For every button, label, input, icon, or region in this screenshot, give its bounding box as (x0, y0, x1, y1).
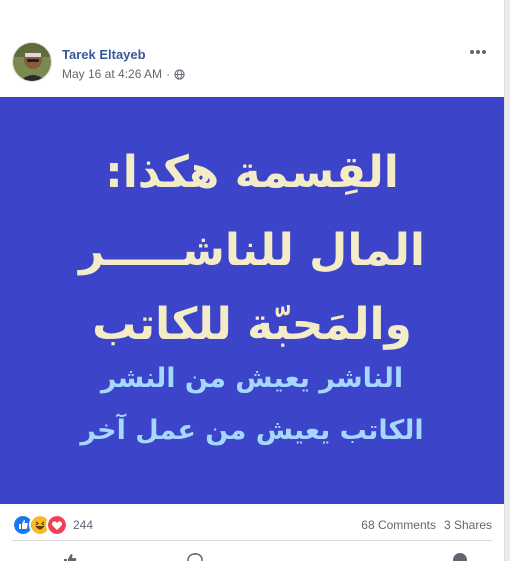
image-text-line-5: الكاتب يعيش من عمل آخر (80, 415, 424, 446)
comment-button-icon[interactable] (187, 552, 203, 561)
post-image[interactable]: القِسمة هكذا: المال للناشـــــر والمَحبّ… (0, 97, 504, 504)
reaction-count: 244 (73, 518, 94, 532)
reactions-summary[interactable]: 244 (12, 514, 93, 536)
engagement-stats: 68 Comments 3 Shares (361, 518, 492, 532)
author-name[interactable]: Tarek Eltayeb (62, 47, 146, 62)
image-text-line-3: والمَحبّة للكاتب (92, 299, 412, 350)
share-button-icon[interactable] (452, 552, 468, 561)
comments-count-link[interactable]: 68 Comments (361, 518, 436, 532)
post-footer: 244 68 Comments 3 Shares (12, 510, 492, 541)
ellipsis-icon[interactable] (466, 42, 490, 62)
post-timestamp[interactable]: May 16 at 4:26 AM (62, 67, 162, 81)
action-bar (12, 548, 492, 561)
image-text-line-1: القِسمة هكذا: (105, 147, 399, 198)
avatar[interactable] (12, 42, 52, 82)
image-text-line-4: الناشر يعيش من النشر (100, 363, 404, 394)
globe-icon[interactable] (174, 68, 185, 80)
meta-separator: · (166, 67, 171, 81)
post-card: Tarek Eltayeb May 16 at 4:26 AM · القِسم… (0, 0, 505, 561)
like-button-icon[interactable] (62, 552, 78, 561)
post-meta: May 16 at 4:26 AM · (62, 67, 185, 81)
post-header: Tarek Eltayeb May 16 at 4:26 AM · (12, 42, 492, 86)
shares-count-link[interactable]: 3 Shares (444, 518, 492, 532)
love-icon (46, 514, 68, 536)
avatar-image (13, 43, 51, 81)
image-text-line-2: المال للناشـــــر (79, 225, 425, 276)
